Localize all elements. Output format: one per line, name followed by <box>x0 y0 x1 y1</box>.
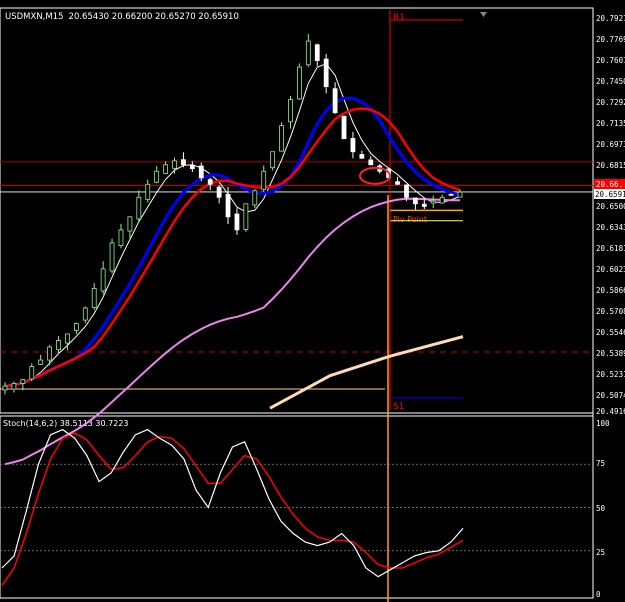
candle-body <box>172 160 177 169</box>
candle-body <box>207 179 213 185</box>
candle-body <box>243 203 249 230</box>
price-tick: 20.53890 <box>596 349 625 358</box>
candle-body <box>109 242 115 272</box>
candle-body <box>225 194 231 218</box>
stoch-tick: 0 <box>596 590 601 599</box>
price-axis: 20.79270 20.77695 20.76075 20.74500 20.7… <box>596 14 625 416</box>
candle-body <box>56 340 61 351</box>
candle-body <box>91 288 97 308</box>
candle-body <box>350 138 356 153</box>
price-tick: 20.77695 <box>596 35 625 44</box>
candle-body <box>448 193 454 196</box>
price-tick: 20.65005 <box>596 202 625 211</box>
candle-body <box>439 196 445 204</box>
candle-body <box>359 154 365 159</box>
candle-body <box>154 170 160 183</box>
candle-body <box>29 366 35 380</box>
price-tick: 20.68155 <box>596 161 625 170</box>
price-tick: 20.71350 <box>596 119 625 128</box>
price-tick: 20.79270 <box>596 14 625 23</box>
candle-body <box>261 170 267 190</box>
candle-body <box>297 66 302 100</box>
candle-body <box>65 333 70 344</box>
candle-body <box>127 216 133 232</box>
price-tick: 20.63430 <box>596 223 625 232</box>
stoch-tick: 50 <box>596 504 606 513</box>
candle-body <box>430 200 436 204</box>
price-tick: 20.58660 <box>596 286 625 295</box>
candle-body <box>332 88 338 114</box>
candle-body <box>145 183 151 200</box>
price-tick: 20.50740 <box>596 391 625 400</box>
candle-body <box>234 213 240 231</box>
candle-body <box>11 383 17 390</box>
candle-body <box>20 379 26 384</box>
candle-body <box>38 359 44 365</box>
price-tick: 20.72925 <box>596 98 625 107</box>
candle-body <box>404 184 409 198</box>
price-tick: 20.49165 <box>596 407 625 416</box>
stoch-tick: 25 <box>596 548 605 557</box>
pivot-label: Piv Point <box>393 215 427 224</box>
price-tick: 20.60235 <box>596 265 625 274</box>
candle-body <box>118 229 124 246</box>
candle-body <box>2 385 8 391</box>
candle-body <box>136 196 142 220</box>
candle-body <box>216 186 222 198</box>
candle-body <box>368 159 374 166</box>
candle-body <box>189 164 195 170</box>
candle-body <box>288 99 293 123</box>
stoch-panel-title: Stoch(14,6,2) 38.5113 30.7223 <box>3 419 129 428</box>
main-panel-title: USDMXN,M15 20.65430 20.66200 20.65270 20.… <box>5 12 239 22</box>
candle-body <box>412 197 418 205</box>
stoch-tick: 75 <box>596 459 605 468</box>
candle-body <box>82 307 88 321</box>
candle-body <box>341 115 347 140</box>
candle-body <box>457 191 463 198</box>
candle-body <box>279 125 284 152</box>
price-tick: 20.69730 <box>596 140 625 149</box>
s1-label: S1 <box>393 402 404 412</box>
candle-body <box>100 268 106 292</box>
r1-label: R1 <box>393 13 405 23</box>
candle-body <box>181 159 186 166</box>
current-price-tag-text: 20.65910 <box>595 190 625 199</box>
price-tick: 20.55465 <box>596 328 625 337</box>
red-price-tag-text: 20.66... <box>596 180 625 189</box>
candle-body <box>421 203 427 207</box>
candle-body <box>305 40 311 66</box>
chart-canvas[interactable]: USDMXN,M15 20.65430 20.66200 20.65270 20.… <box>0 0 625 602</box>
candle-body <box>252 190 258 206</box>
stoch-axis: 100 75 50 25 0 <box>596 419 610 599</box>
price-tick: 20.76075 <box>596 56 625 65</box>
price-tick: 20.61810 <box>596 244 625 253</box>
candle-body <box>198 165 204 179</box>
candle-body <box>314 44 320 61</box>
candle-body <box>47 346 53 361</box>
candle-body <box>323 58 329 88</box>
candle-body <box>270 151 276 169</box>
price-tick: 20.74500 <box>596 77 625 86</box>
price-tick: 20.57085 <box>596 307 625 316</box>
candle-body <box>73 323 79 331</box>
candle-body <box>395 181 400 185</box>
price-tick: 20.52315 <box>596 370 625 379</box>
stoch-tick: 100 <box>596 419 610 428</box>
candle-body <box>163 164 168 174</box>
